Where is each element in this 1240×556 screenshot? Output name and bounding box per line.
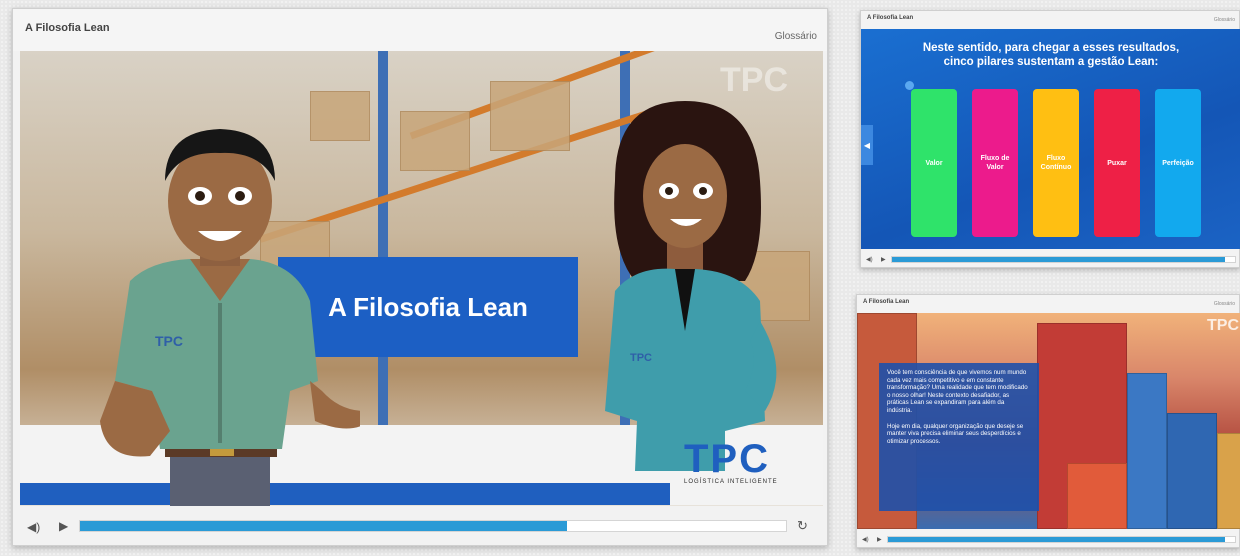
preview-seek-fill [892,257,1225,262]
jacket-logo: TPC [630,352,652,364]
play-icon[interactable]: ▶ [59,519,68,533]
warehouse-box [400,111,470,171]
pillar-fluxo-de-valor[interactable]: Fluxo de Valor [972,89,1018,237]
warehouse-box [490,81,570,151]
company-logo: TPC LOGÍSTICA INTELIGENTE [684,437,778,485]
pillar-fluxo-continuo[interactable]: Fluxo Contínuo [1033,89,1079,237]
preview-play-icon[interactable]: ▶ [881,256,886,263]
glossary-link[interactable]: Glossário [775,31,817,42]
intro-paragraph-2: Hoje em dia, qualquer organização que de… [887,422,1024,445]
preview-glossary-link[interactable]: Glossário [1214,17,1235,23]
preview-glossary-link[interactable]: Glossário [1214,301,1235,307]
pillar-label: Valor [925,159,943,167]
pillars-heading: Neste sentido, para chegar a esses resul… [901,41,1201,69]
seek-bar[interactable] [79,520,787,532]
preview-seek-fill [888,537,1225,542]
pillars-stage: Neste sentido, para chegar a esses resul… [861,29,1240,249]
pillar-valor[interactable]: Valor [911,89,957,237]
preview-seek-bar[interactable] [891,256,1236,263]
course-title: A Filosofia Lean [25,22,110,34]
female-character-illustration: TPC [605,101,777,471]
slide-preview-pillars: A Filosofia Lean Glossário Neste sentido… [860,10,1240,268]
warehouse-shelf [378,51,388,431]
pillars-heading-line2: cinco pilares sustentam a gestão Lean: [943,56,1159,68]
shipping-container [1167,413,1217,529]
seek-bar-fill [80,521,568,531]
preview-play-icon[interactable]: ▶ [877,536,882,543]
preview-logo: TPC [1207,317,1239,334]
containers-stage: TPC Você tem consciência de que vivemos … [857,313,1240,529]
intro-text-box: Você tem consciência de que vivemos num … [879,363,1039,511]
preview-volume-icon[interactable]: ◀) [866,256,873,263]
preview-volume-icon[interactable]: ◀) [862,536,869,543]
pillar-label: Fluxo Contínuo [1040,155,1072,171]
shipping-container [1067,463,1127,529]
pillar-label: Puxar [1107,159,1127,167]
shipping-container [1127,373,1167,529]
prev-arrow-icon[interactable]: ◀ [861,125,873,165]
pillar-perfeicao[interactable]: Perfeição [1155,89,1201,237]
player-topbar: A Filosofia Lean Glossário [13,9,827,51]
pillar-label: Perfeição [1162,159,1194,167]
pillar-label: Fluxo de Valor [980,155,1010,171]
shirt-logo: TPC [155,333,183,349]
intro-paragraph-1: Você tem consciência de que vivemos num … [887,369,1028,414]
logo-wordmark: TPC [684,437,770,481]
shipping-container [1217,433,1240,529]
volume-icon[interactable]: ◀) [27,520,40,534]
slide-stage: TPC A Filosofia Lean TPC TPC TPC LOGÍSTI… [20,51,823,506]
main-course-player: A Filosofia Lean Glossário TPC A Filosof… [12,8,828,546]
preview-seek-bar[interactable] [887,536,1236,543]
pillars-heading-line1: Neste sentido, para chegar a esses resul… [922,42,1180,54]
pillar-puxar[interactable]: Puxar [1094,89,1140,237]
logo-subtitle: LOGÍSTICA INTELIGENTE [684,479,778,485]
replay-icon[interactable]: ↻ [797,518,808,534]
preview-title: A Filosofia Lean [867,15,914,21]
slide-preview-intro-text: A Filosofia Lean Glossário TPC Você tem … [856,294,1240,548]
preview-title: A Filosofia Lean [863,299,910,305]
male-character-illustration: TPC [100,129,360,506]
